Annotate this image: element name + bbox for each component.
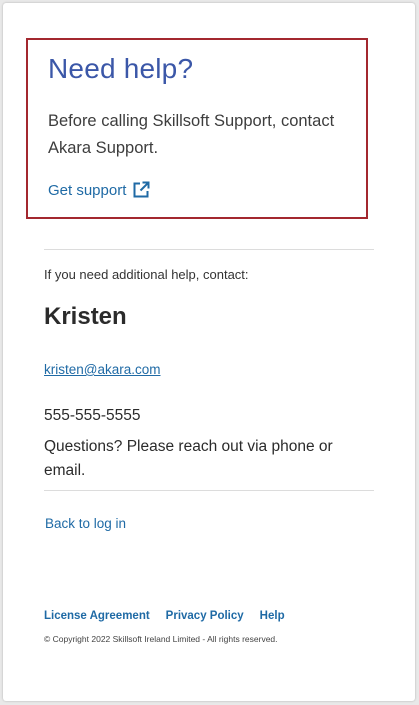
divider [44,249,374,250]
contact-email-link[interactable]: kristen@akara.com [44,362,161,377]
contact-phone: 555-555-5555 [44,407,141,424]
get-support-link[interactable]: Get support [48,181,150,199]
get-support-label: Get support [48,181,127,199]
need-help-title: Need help? [48,53,194,84]
license-agreement-link[interactable]: License Agreement [44,610,150,622]
contact-name: Kristen [44,303,127,330]
need-help-text: Before calling Skillsoft Support, contac… [48,112,335,157]
help-link[interactable]: Help [260,610,285,622]
help-card: Need help? Before calling Skillsoft Supp… [3,3,415,701]
divider [44,490,374,491]
external-link-icon [132,181,150,199]
contact-note: Questions? Please reach out via phone or… [44,438,333,479]
copyright-text: © Copyright 2022 Skillsoft Ireland Limit… [44,634,278,644]
additional-help-text: If you need additional help, contact: [44,267,249,282]
footer-links: License Agreement Privacy Policy Help [44,610,285,622]
back-to-login-link[interactable]: Back to log in [45,516,126,531]
privacy-policy-link[interactable]: Privacy Policy [166,610,244,622]
need-help-panel: Need help? Before calling Skillsoft Supp… [26,38,368,219]
